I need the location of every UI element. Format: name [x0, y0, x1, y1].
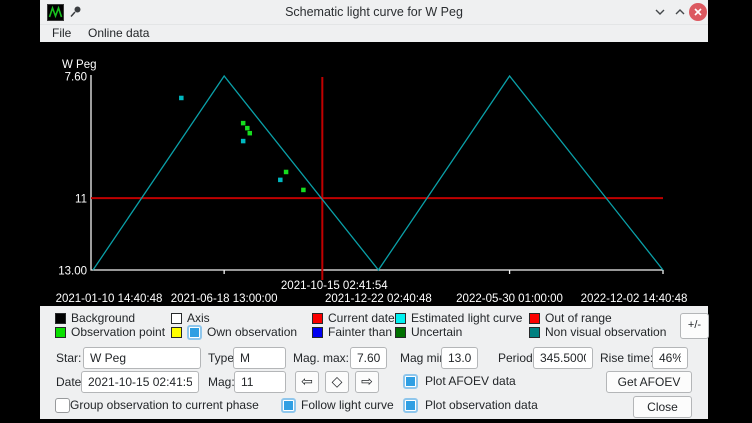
observation-point-visual[interactable] [301, 188, 306, 193]
app-window: Schematic light curve for W Peg File Onl… [40, 0, 708, 419]
light-curve-canvas: W Peg7.60 11 13.00 2021-01-10 14:40:48 2021-… [40, 42, 708, 306]
light-curve-plot[interactable]: W Peg7.60 11 13.00 2021-01-10 14:40:48 2021-… [40, 42, 708, 306]
observation-point-visual[interactable] [248, 131, 253, 136]
close-button[interactable]: Close [633, 396, 692, 418]
y-axis-tick-label: 13.00 [58, 266, 87, 278]
legend-swatch [529, 313, 540, 324]
group-observation-label: Group observation to current phase [70, 398, 259, 413]
current-date-label: 2021-10-15 02:41:54 [281, 280, 388, 292]
legend-label: Axis [187, 312, 210, 325]
mag-label: Mag: [208, 371, 235, 393]
legend-label: Current date [328, 312, 395, 325]
star-input[interactable] [83, 347, 201, 369]
plot-star-name: W Peg [62, 59, 97, 71]
step-back-button[interactable]: ⇦ [295, 371, 319, 393]
legend-item: Own observation [171, 325, 297, 339]
observation-point-non-visual[interactable] [179, 96, 184, 101]
period-input[interactable] [533, 347, 593, 369]
group-observation-checkbox[interactable] [55, 398, 70, 413]
observation-point-visual[interactable] [245, 126, 250, 131]
legend-label: Non visual observation [545, 326, 666, 339]
legend-label: Out of range [545, 312, 612, 325]
follow-light-curve-checkbox[interactable] [281, 398, 296, 413]
legend-swatch [55, 327, 66, 338]
menu-file[interactable]: File [48, 25, 75, 42]
period-label: Period: [498, 347, 536, 369]
legend-swatch [395, 313, 406, 324]
follow-light-curve-label: Follow light curve [301, 398, 394, 413]
legend-swatch [171, 327, 182, 338]
legend-swatch [529, 327, 540, 338]
legend-item: Observation point [55, 325, 165, 339]
legend-swatch [55, 313, 66, 324]
rise-time-input[interactable] [652, 347, 688, 369]
plot-observation-label: Plot observation data [425, 398, 538, 413]
mag-max-input[interactable] [350, 347, 387, 369]
legend-swatch [171, 313, 182, 324]
y-axis-tick-label: 11 [75, 194, 87, 206]
mag-input[interactable] [234, 371, 286, 393]
menubar: File Online data [40, 25, 708, 42]
legend-panel: +/- Background Axis Current date Estimated … [40, 306, 708, 342]
plot-afoev-label: Plot AFOEV data [425, 374, 516, 389]
mag-max-label: Mag. max: [293, 347, 349, 369]
x-axis-tick-label: 2021-12-22 02:40:48 [325, 293, 432, 305]
plus-minus-button[interactable]: +/- [680, 313, 709, 339]
legend-item: Estimated light curve [395, 311, 522, 325]
get-afoev-button[interactable]: Get AFOEV data [606, 371, 692, 393]
legend-item: Fainter than [312, 325, 392, 339]
legend-item: Current date [312, 311, 395, 325]
x-axis-tick-label: 2022-05-30 01:00:00 [456, 293, 563, 305]
legend-item: Out of range [529, 311, 612, 325]
minimize-button[interactable] [651, 3, 669, 21]
legend-item: Uncertain [395, 325, 462, 339]
observation-point-non-visual[interactable] [241, 139, 246, 144]
legend-label: Estimated light curve [411, 312, 522, 325]
window-title: Schematic light curve for W Peg [40, 0, 708, 24]
step-forward-button[interactable]: ⇨ [355, 371, 379, 393]
x-axis-tick-label: 2021-01-10 14:40:48 [56, 293, 163, 305]
legend-item: Non visual observation [529, 325, 666, 339]
control-panel: Star: Type: Mag. max: Mag min: Period: R… [40, 341, 708, 419]
menu-online-data[interactable]: Online data [84, 25, 153, 42]
legend-swatch [312, 313, 323, 324]
type-input[interactable] [233, 347, 286, 369]
plot-observation-checkbox[interactable] [403, 398, 418, 413]
legend-label: Uncertain [411, 326, 462, 339]
own-observation-checkbox[interactable] [187, 325, 202, 340]
close-icon[interactable] [689, 3, 707, 21]
legend-item: Axis [171, 311, 210, 325]
maximize-button[interactable] [671, 3, 689, 21]
observation-point-visual[interactable] [241, 121, 246, 126]
legend-swatch [395, 327, 406, 338]
estimated-light-curve [93, 76, 663, 270]
x-axis-tick-label: 2022-12-02 14:40:48 [581, 293, 688, 305]
y-axis-tick-label: 7.60 [65, 72, 87, 84]
axis-lines [91, 75, 663, 270]
legend-swatch [312, 327, 323, 338]
date-input[interactable] [81, 371, 199, 393]
rise-time-label: Rise time: [600, 347, 653, 369]
mag-min-input[interactable] [441, 347, 478, 369]
x-axis-tick-label: 2021-06-18 13:00:00 [171, 293, 278, 305]
legend-item: Background [55, 311, 135, 325]
legend-label: Fainter than [328, 326, 392, 339]
titlebar: Schematic light curve for W Peg [40, 0, 708, 25]
observation-point-non-visual[interactable] [278, 178, 283, 183]
phase-button[interactable]: ◇ [325, 371, 349, 393]
legend-label: Own observation [207, 326, 297, 339]
legend-label: Observation point [71, 326, 165, 339]
legend-label: Background [71, 312, 135, 325]
plot-afoev-checkbox[interactable] [403, 374, 418, 389]
observation-point-visual[interactable] [284, 170, 289, 175]
star-label: Star: [56, 347, 81, 369]
